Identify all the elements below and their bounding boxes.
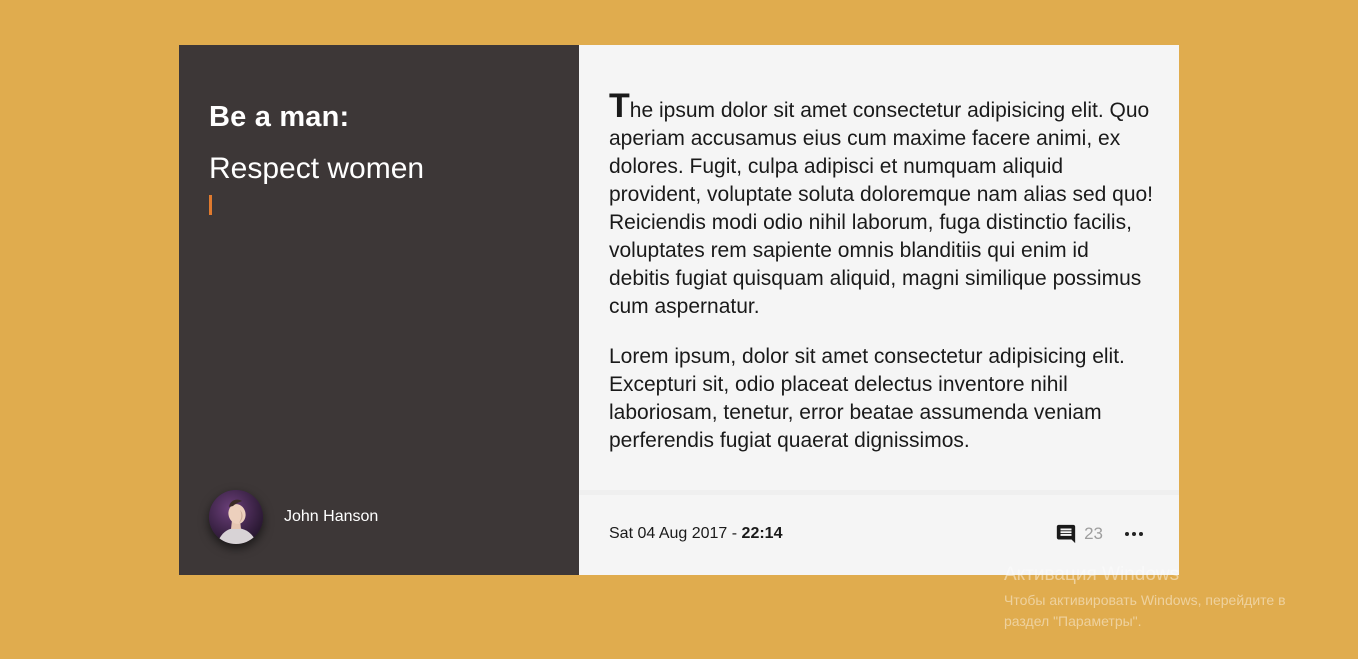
comment-count: 23 [1084,524,1103,543]
more-dot [1132,532,1136,536]
comments-button[interactable]: 23 [1055,523,1103,545]
post-date: Sat 04 Aug 2017 - 22:14 [609,525,782,543]
paragraph: The ipsum dolor sit amet consectetur adi… [609,89,1154,321]
post-body-panel: The ipsum dolor sit amet consectetur adi… [579,45,1179,575]
post-subtitle: Respect women [209,152,425,185]
post-date-text: Sat 04 Aug 2017 - [609,525,742,542]
more-options-button[interactable] [1125,531,1143,537]
footer-divider [579,490,1179,495]
post-title: Be a man: [209,101,350,133]
drop-cap: T [609,87,630,125]
paragraph-text: he ipsum dolor sit amet consectetur adip… [609,99,1154,318]
watermark-subtitle: Чтобы активировать Windows, перейдите в … [1004,592,1286,629]
more-dot [1139,532,1143,536]
author-name[interactable]: John Hanson [284,508,378,526]
post-header-panel: Be a man: Respect women John Hanson [179,45,579,575]
footer-actions: 23 [1055,523,1143,545]
author-info[interactable]: John Hanson [209,490,378,544]
accent-divider [209,195,212,215]
avatar[interactable] [209,490,263,544]
post-footer: Sat 04 Aug 2017 - 22:14 23 [609,523,1143,545]
post-body: The ipsum dolor sit amet consectetur adi… [609,89,1154,477]
post-card: Be a man: Respect women John Hanson The … [179,45,1179,575]
author-photo-icon [209,490,263,544]
comment-icon[interactable] [1055,523,1077,545]
more-dot [1125,532,1129,536]
post-time: 22:14 [741,525,783,542]
paragraph: Lorem ipsum, dolor sit amet consectetur … [609,345,1125,452]
